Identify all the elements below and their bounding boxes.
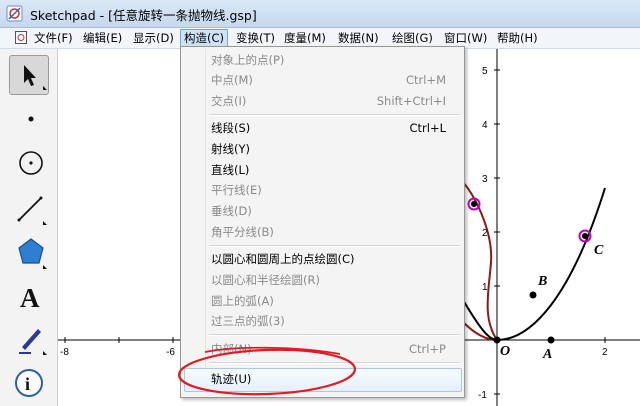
compass-tool-icon	[19, 151, 43, 175]
straightedge-tool-icon	[17, 196, 47, 225]
menu-window[interactable]: 窗口(W)	[441, 30, 490, 46]
y-tick-label: 5	[482, 66, 488, 77]
point-b[interactable]	[529, 291, 537, 299]
svg-text:i: i	[25, 374, 30, 394]
x-tick-label: -8	[60, 347, 69, 358]
menu-graph[interactable]: 绘图(G)	[389, 30, 436, 46]
document-icon[interactable]	[15, 31, 27, 44]
title-bar: Sketchpad - [任意旋转一条抛物线.gsp]	[0, 0, 640, 28]
menu-shortcut-intersection: Shift+Ctrl+I	[376, 94, 446, 108]
arrow-select-icon	[24, 65, 47, 90]
menu-gutter	[205, 49, 206, 393]
menu-help[interactable]: 帮助(H)	[494, 30, 541, 46]
rotated-point[interactable]	[471, 201, 477, 207]
menu-item-intersection[interactable]: 交点(I)	[211, 92, 246, 110]
menu-item-angle-bisector[interactable]: 角平分线(B)	[211, 223, 274, 241]
point-a[interactable]	[547, 336, 555, 344]
window-title: Sketchpad - [任意旋转一条抛物线.gsp]	[30, 8, 257, 23]
origin-point[interactable]	[493, 336, 501, 344]
polygon-tool-icon	[18, 238, 47, 269]
menu-file[interactable]: 文件(F)	[31, 30, 76, 46]
menu-shortcut-interior: Ctrl+P	[408, 342, 446, 356]
marker-tool[interactable]	[9, 319, 49, 359]
information-tool-icon: i	[15, 369, 43, 397]
arrow-select-tool[interactable]	[9, 55, 49, 95]
polygon-tool[interactable]	[9, 233, 49, 273]
origin-label: O	[500, 344, 510, 359]
svg-text:A: A	[20, 283, 40, 313]
parabola-curve[interactable]	[462, 187, 606, 342]
point-b-label: B	[537, 274, 547, 289]
compass-tool[interactable]	[9, 143, 49, 183]
menu-measure[interactable]: 度量(M)	[281, 30, 329, 46]
menu-item-ray[interactable]: 射线(Y)	[211, 140, 250, 158]
menu-transform[interactable]: 变换(T)	[233, 30, 278, 46]
y-tick-label: 4	[482, 120, 488, 131]
menu-item-arc-on-circle[interactable]: 圆上的弧(A)	[211, 292, 274, 310]
point-c[interactable]	[582, 233, 588, 239]
point-tool-icon	[28, 116, 34, 122]
menu-item-circle-center-point[interactable]: 以圆心和圆周上的点绘圆(C)	[211, 250, 355, 268]
tool-palette: A i	[0, 49, 58, 406]
menu-item-midpoint[interactable]: 中点(M)	[211, 71, 253, 89]
menu-shortcut-segment: Ctrl+L	[409, 121, 446, 135]
sketchpad-app-icon	[6, 5, 23, 22]
straightedge-tool[interactable]	[9, 189, 49, 229]
menu-item-arc-three-points[interactable]: 过三点的弧(3)	[211, 312, 285, 330]
y-tick-label: 1	[482, 282, 488, 293]
menu-item-line[interactable]: 直线(L)	[211, 161, 249, 179]
menu-shortcut-midpoint: Ctrl+M	[405, 73, 446, 87]
menu-construct[interactable]: 构造(C)	[180, 29, 229, 47]
menu-item-segment[interactable]: 线段(S)	[211, 119, 250, 137]
menu-item-point-on-object[interactable]: 对象上的点(P)	[211, 51, 284, 69]
annotation-ellipse	[177, 346, 357, 396]
point-c-label: C	[594, 243, 604, 258]
x-tick-label: -6	[166, 347, 175, 358]
menu-edit[interactable]: 编辑(E)	[80, 30, 125, 46]
point-tool[interactable]	[9, 99, 49, 139]
menu-separator	[209, 245, 460, 247]
x-tick-label: 2	[602, 347, 608, 358]
y-tick-label: 3	[482, 174, 488, 185]
menu-separator	[209, 334, 460, 336]
menu-separator	[209, 114, 460, 116]
menu-data[interactable]: 数据(N)	[335, 30, 382, 46]
menu-item-circle-center-radius[interactable]: 以圆心和半径绘圆(R)	[211, 271, 320, 289]
text-tool[interactable]: A	[9, 277, 49, 317]
marker-tool-icon	[19, 329, 47, 355]
text-tool-icon: A	[20, 283, 40, 313]
y-tick-label: -1	[478, 390, 487, 401]
menu-item-perpendicular-line[interactable]: 垂线(D)	[211, 202, 252, 220]
menu-display[interactable]: 显示(D)	[130, 30, 177, 46]
point-a-label: A	[542, 347, 552, 362]
menu-item-parallel-line[interactable]: 平行线(E)	[211, 181, 262, 199]
information-tool[interactable]: i	[9, 363, 49, 403]
